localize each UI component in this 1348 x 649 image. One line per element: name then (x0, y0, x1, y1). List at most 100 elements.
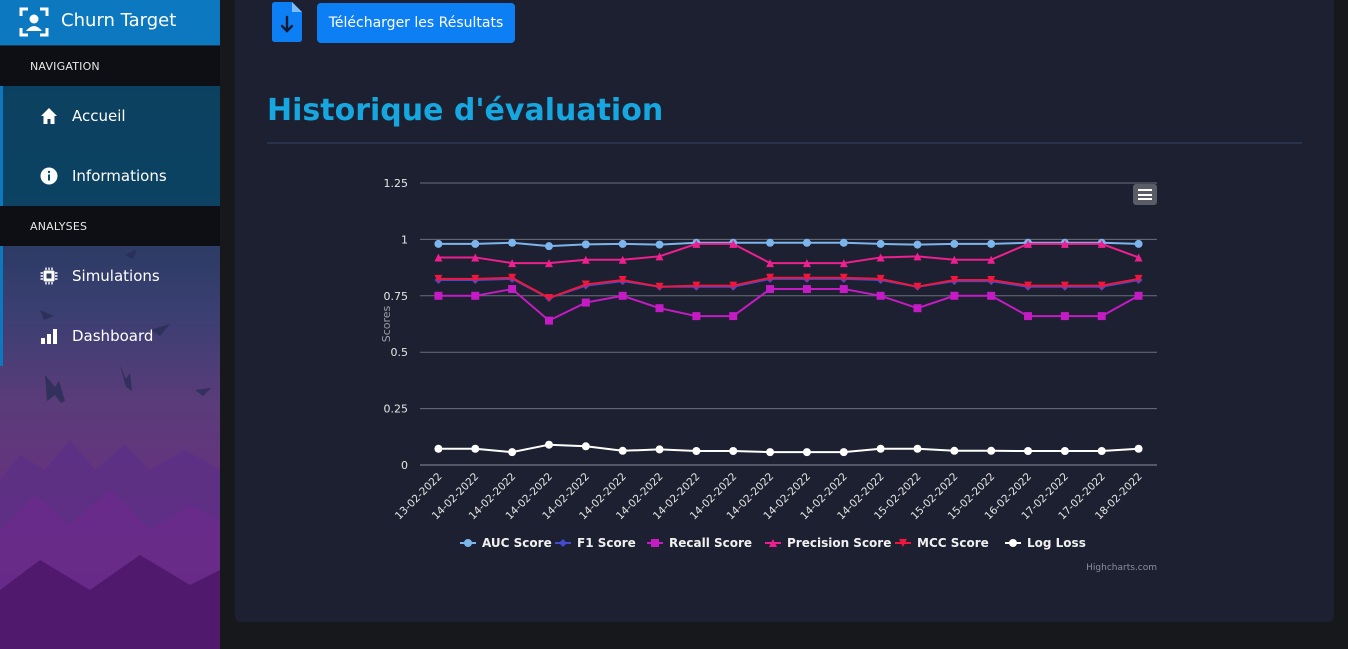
series-line (438, 242, 1139, 265)
data-point (544, 316, 553, 325)
data-point (802, 238, 811, 247)
data-point (692, 312, 701, 321)
data-point (692, 447, 701, 456)
data-point (913, 240, 922, 249)
legend-marker (1009, 539, 1017, 547)
chip-icon (40, 267, 58, 285)
chart-credit: Highcharts.com (1086, 563, 1157, 573)
data-point (987, 239, 996, 248)
sidebar: Churn Target NAVIGATION Accueil Informat… (0, 0, 220, 649)
legend-label: Precision Score (787, 536, 891, 550)
data-point (1024, 312, 1033, 321)
data-point (508, 448, 517, 457)
legend-label: Log Loss (1027, 536, 1086, 550)
data-point (1024, 447, 1033, 456)
download-results-button[interactable]: Télécharger les Résultats (317, 3, 515, 43)
brand-header[interactable]: Churn Target (0, 0, 220, 45)
evaluation-history-chart: 0 0.25 0.5 0.75 1 1.25 Scores 13-02-2022 14-02-2… (375, 165, 1165, 580)
sidebar-item-dashboard[interactable]: Dashboard (3, 306, 220, 366)
data-point (839, 285, 848, 294)
y-tick-label: 0 (401, 459, 408, 472)
data-point (766, 238, 775, 247)
legend-label: F1 Score (577, 536, 636, 550)
data-point (729, 447, 738, 456)
data-point (434, 239, 443, 248)
chart-svg: 00.250.50.7511.25Scores13-02-202214-02-2… (380, 177, 1157, 573)
sidebar-item-label: Simulations (72, 267, 160, 285)
data-point (950, 239, 959, 248)
data-point (1134, 291, 1143, 300)
legend-label: Recall Score (669, 536, 752, 550)
data-point (802, 285, 811, 294)
data-point (581, 240, 590, 249)
data-point (618, 446, 627, 455)
data-point (987, 446, 996, 455)
y-axis-label: Scores (380, 305, 393, 342)
data-point (655, 445, 664, 454)
legend-marker (651, 539, 659, 547)
section-header-navigation: NAVIGATION (0, 46, 220, 86)
legend-label: MCC Score (917, 536, 989, 550)
data-point (581, 298, 590, 307)
series-line (438, 287, 1140, 322)
data-point (508, 285, 517, 294)
data-point (950, 446, 959, 455)
data-point (544, 242, 553, 251)
brand-title: Churn Target (61, 10, 177, 31)
data-point (655, 240, 664, 249)
data-point (913, 304, 922, 313)
data-point (618, 239, 627, 248)
data-point (434, 444, 443, 453)
home-icon (41, 108, 57, 124)
data-point (1134, 444, 1143, 453)
data-point (802, 448, 811, 457)
sidebar-item-accueil[interactable]: Accueil (3, 86, 220, 146)
data-point (839, 448, 848, 457)
data-point (950, 291, 959, 300)
data-point (729, 312, 738, 321)
data-point (766, 448, 775, 457)
y-tick-label: 1.25 (384, 177, 409, 190)
data-point (766, 285, 775, 294)
data-point (434, 291, 443, 300)
data-point (1097, 312, 1106, 321)
data-point (876, 239, 885, 248)
y-tick-label: 0.25 (384, 403, 409, 416)
sidebar-item-label: Accueil (72, 107, 126, 125)
data-point (1060, 312, 1069, 321)
data-point (655, 304, 664, 313)
data-point (508, 238, 517, 247)
sidebar-item-informations[interactable]: Informations (3, 146, 220, 206)
nav-group-navigation: Accueil Informations (0, 86, 220, 206)
data-point (471, 444, 480, 453)
sidebar-item-simulations[interactable]: Simulations (3, 246, 220, 306)
data-point (1097, 447, 1106, 456)
data-point (876, 444, 885, 453)
data-point (581, 442, 590, 451)
info-icon (40, 167, 58, 185)
y-tick-label: 0.5 (391, 346, 409, 359)
legend-marker (464, 539, 472, 547)
data-point (876, 291, 885, 300)
sidebar-item-label: Informations (72, 167, 167, 185)
data-point (618, 291, 627, 300)
section-header-analyses: ANALYSES (0, 206, 220, 246)
data-point (839, 238, 848, 247)
y-tick-label: 0.75 (384, 290, 409, 303)
file-download-icon[interactable] (272, 2, 302, 42)
nav-group-analyses: Simulations Dashboard (0, 246, 220, 366)
data-point (913, 444, 922, 453)
y-tick-label: 1 (401, 233, 408, 246)
data-point (1060, 447, 1069, 456)
sidebar-item-label: Dashboard (72, 327, 154, 345)
legend-marker (559, 539, 567, 547)
chart-menu-button[interactable] (1133, 184, 1157, 205)
data-point (544, 440, 553, 449)
series-line (438, 276, 1139, 300)
data-point (1134, 239, 1143, 248)
title-divider (267, 142, 1302, 144)
data-point (471, 291, 480, 300)
series-line (438, 443, 1139, 454)
user-scan-icon (19, 7, 49, 37)
data-point (471, 239, 480, 248)
